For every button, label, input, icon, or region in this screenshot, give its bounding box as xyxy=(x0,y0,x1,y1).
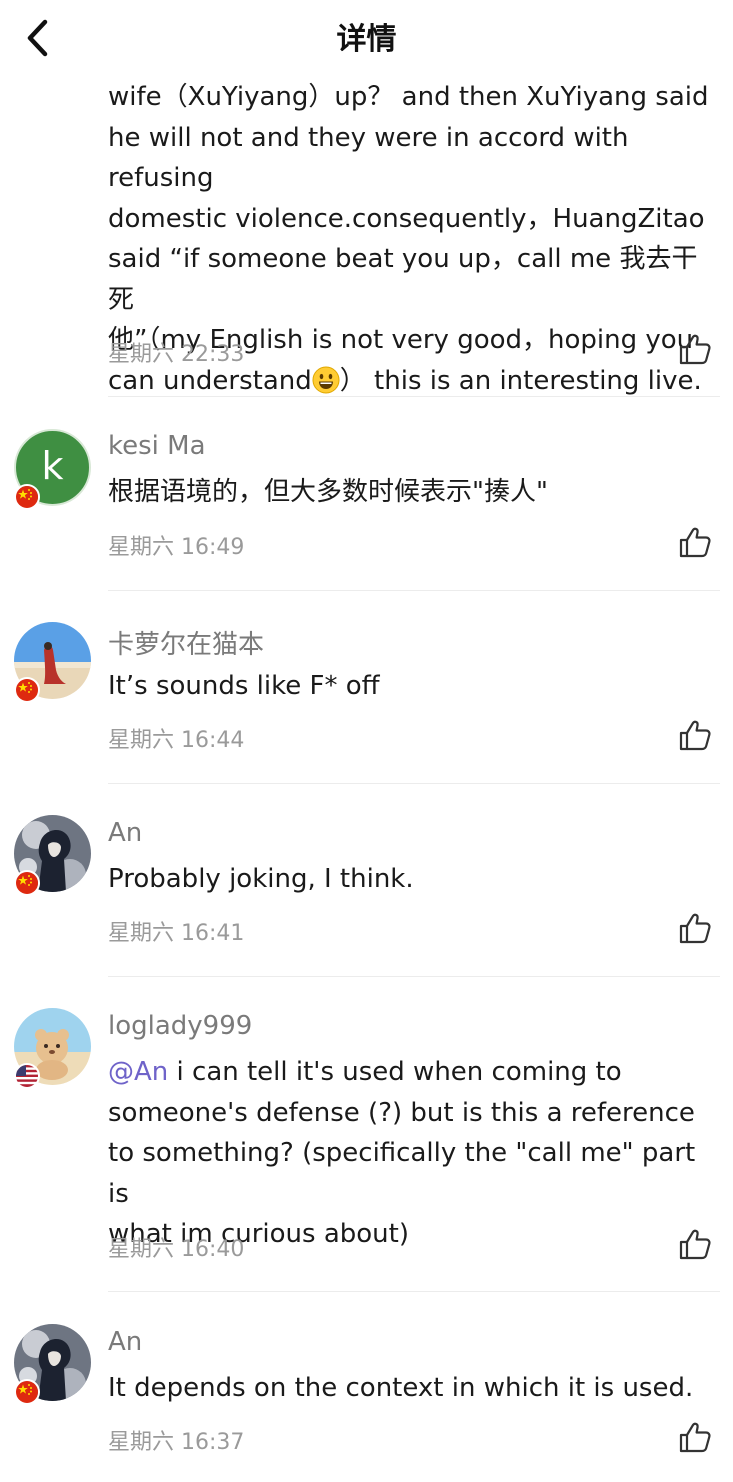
comment-text: @An i can tell it's used when coming to … xyxy=(108,1052,718,1255)
like-thumbs-up-icon[interactable] xyxy=(678,719,712,751)
username[interactable]: 卡萝尔在猫本 xyxy=(108,624,264,661)
username[interactable]: loglady999 xyxy=(108,1011,252,1041)
divider xyxy=(108,590,720,591)
comment-line: he will not and they were in accord with… xyxy=(108,122,629,194)
username[interactable]: An xyxy=(108,818,142,848)
comment-time: 星期六 22:33 xyxy=(108,342,245,367)
like-thumbs-up-icon[interactable] xyxy=(678,526,712,558)
comment-line-part: can understand xyxy=(108,365,312,396)
comment-time: 星期六 16:40 xyxy=(108,1237,245,1262)
china-flag-icon xyxy=(14,484,40,510)
comment-text: It’s sounds like F* off xyxy=(108,671,380,701)
like-thumbs-up-icon[interactable] xyxy=(678,912,712,944)
divider xyxy=(108,396,720,397)
divider xyxy=(108,976,720,977)
like-thumbs-up-icon[interactable] xyxy=(678,1228,712,1260)
page-title: 详情 xyxy=(336,22,397,57)
comment-line: said “if someone beat you up，call me 我去干… xyxy=(108,244,698,315)
username[interactable]: kesi Ma xyxy=(108,431,206,461)
china-flag-icon xyxy=(14,677,40,703)
comment-text: It depends on the context in which it is… xyxy=(108,1373,694,1403)
comment-text: Probably joking, I think. xyxy=(108,864,414,894)
mention-link[interactable]: @An xyxy=(108,1057,168,1087)
comment-line-part: ） this is an interesting live. xyxy=(339,365,702,396)
like-thumbs-up-icon[interactable] xyxy=(678,333,712,365)
divider xyxy=(108,783,720,784)
comment-line: to something? (specifically the "call me… xyxy=(108,1138,696,1209)
us-flag-icon xyxy=(14,1063,40,1089)
grinning-face-emoji xyxy=(312,366,340,393)
like-thumbs-up-icon[interactable] xyxy=(678,1421,712,1453)
top-bar: 详情 xyxy=(0,0,733,76)
comment-line-part: i can tell it's used when coming to xyxy=(168,1057,622,1087)
comment-time: 星期六 16:41 xyxy=(108,921,245,946)
china-flag-icon xyxy=(14,1379,40,1405)
comment-time: 星期六 16:37 xyxy=(108,1430,245,1455)
china-flag-icon xyxy=(14,870,40,896)
comment-text: 根据语境的，但大多数时候表示"揍人" xyxy=(108,477,548,507)
comment-line: wife（XuYiyang）up？ and then XuYiyang said xyxy=(108,82,709,112)
comment-line: @An i can tell it's used when coming to xyxy=(108,1052,718,1093)
comment-time: 星期六 16:49 xyxy=(108,535,245,560)
comment-line: domestic violence.consequently，HuangZita… xyxy=(108,203,705,234)
comment-time: 星期六 16:44 xyxy=(108,728,245,753)
divider xyxy=(108,1291,720,1292)
username[interactable]: An xyxy=(108,1327,142,1357)
comment-line: someone's defense (?) but is this a refe… xyxy=(108,1097,695,1128)
